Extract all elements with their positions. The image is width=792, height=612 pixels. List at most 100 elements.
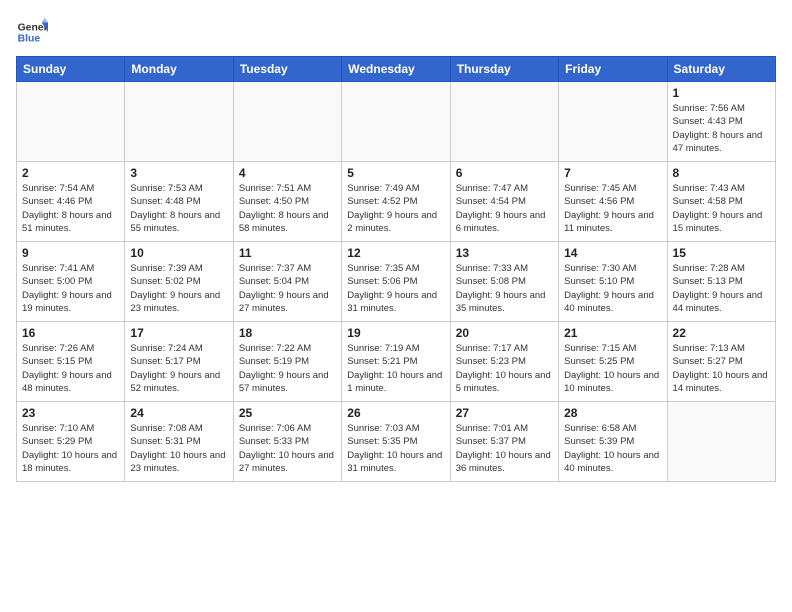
day-info: Sunrise: 7:17 AMSunset: 5:23 PMDaylight:… <box>456 342 553 395</box>
day-info: Sunrise: 7:47 AMSunset: 4:54 PMDaylight:… <box>456 182 553 235</box>
calendar-cell: 15 Sunrise: 7:28 AMSunset: 5:13 PMDayligh… <box>667 242 775 322</box>
day-info: Sunrise: 7:24 AMSunset: 5:17 PMDaylight:… <box>130 342 227 395</box>
calendar-cell <box>17 82 125 162</box>
day-number: 1 <box>673 86 770 100</box>
calendar-header-friday: Friday <box>559 57 667 82</box>
calendar-cell: 25 Sunrise: 7:06 AMSunset: 5:33 PMDayligh… <box>233 402 341 482</box>
day-number: 5 <box>347 166 444 180</box>
day-number: 14 <box>564 246 661 260</box>
calendar-header-tuesday: Tuesday <box>233 57 341 82</box>
day-info: Sunrise: 7:54 AMSunset: 4:46 PMDaylight:… <box>22 182 119 235</box>
calendar-cell: 13 Sunrise: 7:33 AMSunset: 5:08 PMDayligh… <box>450 242 558 322</box>
day-number: 26 <box>347 406 444 420</box>
day-number: 4 <box>239 166 336 180</box>
day-number: 18 <box>239 326 336 340</box>
day-number: 17 <box>130 326 227 340</box>
day-info: Sunrise: 7:37 AMSunset: 5:04 PMDaylight:… <box>239 262 336 315</box>
day-number: 13 <box>456 246 553 260</box>
day-info: Sunrise: 7:30 AMSunset: 5:10 PMDaylight:… <box>564 262 661 315</box>
svg-text:Blue: Blue <box>18 34 41 45</box>
calendar-table: SundayMondayTuesdayWednesdayThursdayFrid… <box>16 56 776 482</box>
day-info: Sunrise: 7:15 AMSunset: 5:25 PMDaylight:… <box>564 342 661 395</box>
day-info: Sunrise: 7:33 AMSunset: 5:08 PMDaylight:… <box>456 262 553 315</box>
day-info: Sunrise: 7:22 AMSunset: 5:19 PMDaylight:… <box>239 342 336 395</box>
calendar-week-3: 9 Sunrise: 7:41 AMSunset: 5:00 PMDaylight… <box>17 242 776 322</box>
day-number: 3 <box>130 166 227 180</box>
day-info: Sunrise: 7:08 AMSunset: 5:31 PMDaylight:… <box>130 422 227 475</box>
calendar-cell: 14 Sunrise: 7:30 AMSunset: 5:10 PMDayligh… <box>559 242 667 322</box>
day-number: 23 <box>22 406 119 420</box>
calendar-cell: 9 Sunrise: 7:41 AMSunset: 5:00 PMDaylight… <box>17 242 125 322</box>
day-number: 10 <box>130 246 227 260</box>
day-number: 15 <box>673 246 770 260</box>
day-info: Sunrise: 7:51 AMSunset: 4:50 PMDaylight:… <box>239 182 336 235</box>
day-info: Sunrise: 7:13 AMSunset: 5:27 PMDaylight:… <box>673 342 770 395</box>
day-info: Sunrise: 7:26 AMSunset: 5:15 PMDaylight:… <box>22 342 119 395</box>
calendar-cell: 7 Sunrise: 7:45 AMSunset: 4:56 PMDaylight… <box>559 162 667 242</box>
calendar-cell: 27Sunrise: 7:01 AMSunset: 5:37 PMDayligh… <box>450 402 558 482</box>
calendar-cell: 12 Sunrise: 7:35 AMSunset: 5:06 PMDayligh… <box>342 242 450 322</box>
calendar-header-saturday: Saturday <box>667 57 775 82</box>
calendar-cell: 1 Sunrise: 7:56 AMSunset: 4:43 PMDaylight… <box>667 82 775 162</box>
calendar-cell: 26 Sunrise: 7:03 AMSunset: 5:35 PMDayligh… <box>342 402 450 482</box>
day-info: Sunrise: 7:41 AMSunset: 5:00 PMDaylight:… <box>22 262 119 315</box>
day-number: 6 <box>456 166 553 180</box>
day-number: 2 <box>22 166 119 180</box>
day-number: 16 <box>22 326 119 340</box>
calendar-cell: 2 Sunrise: 7:54 AMSunset: 4:46 PMDaylight… <box>17 162 125 242</box>
day-info: Sunrise: 7:19 AMSunset: 5:21 PMDaylight:… <box>347 342 444 395</box>
logo: General Blue <box>16 16 48 48</box>
day-number: 8 <box>673 166 770 180</box>
calendar-cell: 17 Sunrise: 7:24 AMSunset: 5:17 PMDayligh… <box>125 322 233 402</box>
calendar-header-wednesday: Wednesday <box>342 57 450 82</box>
calendar-cell <box>450 82 558 162</box>
day-info: Sunrise: 7:03 AMSunset: 5:35 PMDaylight:… <box>347 422 444 475</box>
logo-icon: General Blue <box>16 16 48 48</box>
day-info: Sunrise: 7:56 AMSunset: 4:43 PMDaylight:… <box>673 102 770 155</box>
day-info: Sunrise: 7:45 AMSunset: 4:56 PMDaylight:… <box>564 182 661 235</box>
calendar-cell: 18 Sunrise: 7:22 AMSunset: 5:19 PMDayligh… <box>233 322 341 402</box>
calendar-cell: 24 Sunrise: 7:08 AMSunset: 5:31 PMDayligh… <box>125 402 233 482</box>
day-info: Sunrise: 7:43 AMSunset: 4:58 PMDaylight:… <box>673 182 770 235</box>
day-info: Sunrise: 7:10 AMSunset: 5:29 PMDaylight:… <box>22 422 119 475</box>
page-header: General Blue <box>16 16 776 48</box>
calendar-week-1: 1 Sunrise: 7:56 AMSunset: 4:43 PMDaylight… <box>17 82 776 162</box>
calendar-cell: 28 Sunrise: 6:58 AMSunset: 5:39 PMDayligh… <box>559 402 667 482</box>
calendar-cell <box>342 82 450 162</box>
calendar-cell: 21Sunrise: 7:15 AMSunset: 5:25 PMDayligh… <box>559 322 667 402</box>
calendar-cell: 3 Sunrise: 7:53 AMSunset: 4:48 PMDaylight… <box>125 162 233 242</box>
calendar-cell: 23 Sunrise: 7:10 AMSunset: 5:29 PMDayligh… <box>17 402 125 482</box>
day-info: Sunrise: 7:53 AMSunset: 4:48 PMDaylight:… <box>130 182 227 235</box>
day-info: Sunrise: 7:06 AMSunset: 5:33 PMDaylight:… <box>239 422 336 475</box>
calendar-cell: 8 Sunrise: 7:43 AMSunset: 4:58 PMDaylight… <box>667 162 775 242</box>
calendar-cell: 19Sunrise: 7:19 AMSunset: 5:21 PMDayligh… <box>342 322 450 402</box>
calendar-cell: 6 Sunrise: 7:47 AMSunset: 4:54 PMDaylight… <box>450 162 558 242</box>
calendar-header-sunday: Sunday <box>17 57 125 82</box>
calendar-cell: 10 Sunrise: 7:39 AMSunset: 5:02 PMDayligh… <box>125 242 233 322</box>
day-number: 28 <box>564 406 661 420</box>
calendar-header-monday: Monday <box>125 57 233 82</box>
day-number: 9 <box>22 246 119 260</box>
day-number: 27 <box>456 406 553 420</box>
day-info: Sunrise: 6:58 AMSunset: 5:39 PMDaylight:… <box>564 422 661 475</box>
day-info: Sunrise: 7:39 AMSunset: 5:02 PMDaylight:… <box>130 262 227 315</box>
day-info: Sunrise: 7:35 AMSunset: 5:06 PMDaylight:… <box>347 262 444 315</box>
calendar-cell <box>559 82 667 162</box>
day-number: 22 <box>673 326 770 340</box>
day-number: 12 <box>347 246 444 260</box>
calendar-week-4: 16 Sunrise: 7:26 AMSunset: 5:15 PMDayligh… <box>17 322 776 402</box>
day-number: 25 <box>239 406 336 420</box>
calendar-header-row: SundayMondayTuesdayWednesdayThursdayFrid… <box>17 57 776 82</box>
calendar-week-2: 2 Sunrise: 7:54 AMSunset: 4:46 PMDaylight… <box>17 162 776 242</box>
calendar-cell: 16 Sunrise: 7:26 AMSunset: 5:15 PMDayligh… <box>17 322 125 402</box>
calendar-cell: 22 Sunrise: 7:13 AMSunset: 5:27 PMDayligh… <box>667 322 775 402</box>
day-number: 11 <box>239 246 336 260</box>
day-info: Sunrise: 7:28 AMSunset: 5:13 PMDaylight:… <box>673 262 770 315</box>
calendar-cell: 11 Sunrise: 7:37 AMSunset: 5:04 PMDayligh… <box>233 242 341 322</box>
day-number: 24 <box>130 406 227 420</box>
day-info: Sunrise: 7:49 AMSunset: 4:52 PMDaylight:… <box>347 182 444 235</box>
calendar-week-5: 23 Sunrise: 7:10 AMSunset: 5:29 PMDayligh… <box>17 402 776 482</box>
calendar-cell <box>667 402 775 482</box>
day-number: 20 <box>456 326 553 340</box>
day-number: 7 <box>564 166 661 180</box>
